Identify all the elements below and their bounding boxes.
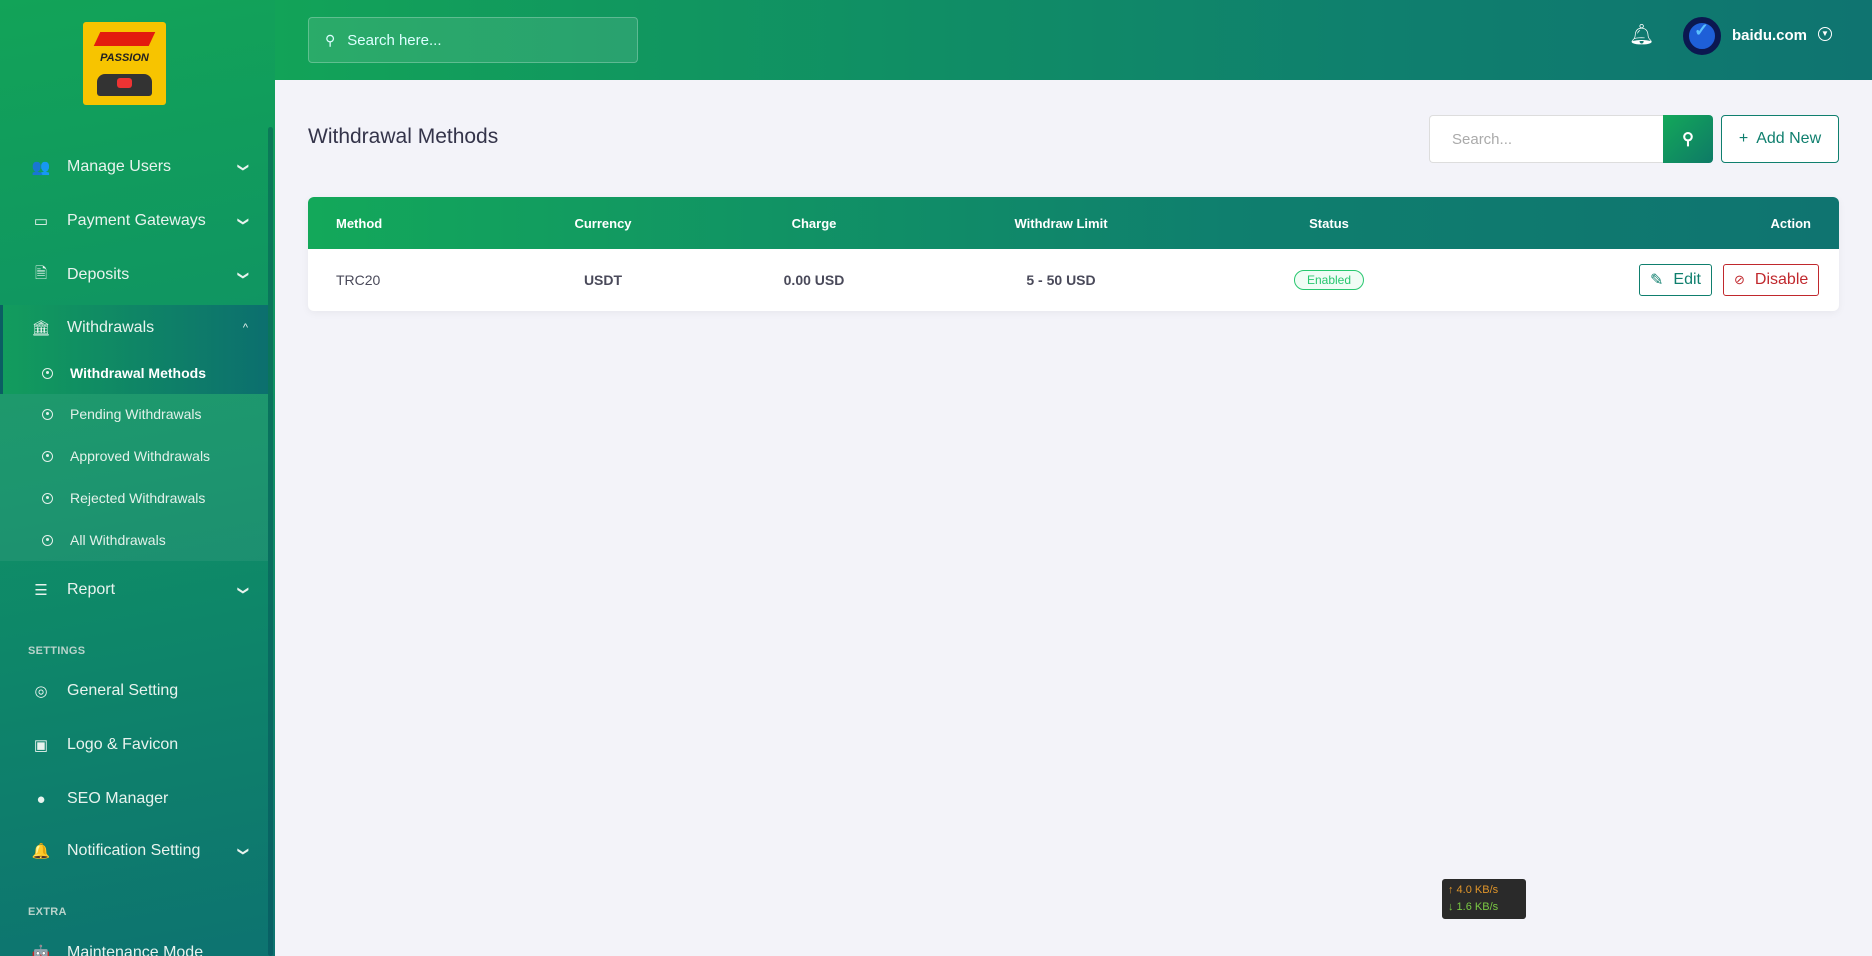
robot-icon: 🤖 [31,945,51,956]
sidebar-subitem-pending-withdrawals[interactable]: Pending Withdrawals [0,394,268,434]
disable-button[interactable]: ⊘ Disable [1723,264,1820,296]
chevron-down-icon: ❯ [236,585,249,595]
circle-dot-icon [42,450,53,462]
search-icon: ⚲ [325,31,336,48]
section-label-extra: EXTRA [28,906,67,918]
search-button[interactable]: ⚲ [1663,115,1713,163]
sidebar-item-deposits[interactable]: 🗎 Deposits ❯ [0,250,268,300]
notification-bell-icon[interactable]: 🔔︎ [1629,22,1654,47]
chevron-down-icon: ❯ [236,270,249,280]
page-title: Withdrawal Methods [308,125,499,148]
bank-icon: 🏛 [31,320,51,337]
upload-speed: ↑ 4.0 KB/s [1448,884,1499,896]
sidebar-subitem-withdrawal-methods[interactable]: Withdrawal Methods [0,353,268,393]
add-new-button[interactable]: + Add New [1721,115,1839,163]
edit-button[interactable]: ✎ Edit [1639,264,1712,296]
sidebar-scrollbar[interactable] [268,127,273,956]
chevron-down-icon: ❯ [236,216,249,226]
globe-icon: ● [36,790,46,808]
sidebar-item-logo-favicon[interactable]: ▣ Logo & Favicon [0,720,268,770]
credit-card-icon: ▭ [33,213,49,230]
table-row: TRC20 USDT 0.00 USD 5 - 50 USD Enabled ✎… [308,249,1839,311]
sidebar: PASSION 👥 Manage Users ❯ ▭ Payment Gateways… [0,0,275,956]
list-icon: ☰ [34,582,48,599]
column-header-status: Status [1309,215,1349,231]
sidebar-item-notification-setting[interactable]: 🔔 Notification Setting ❯ [0,826,268,876]
sidebar-item-withdrawals[interactable]: 🏛 Withdrawals ^ [0,303,268,353]
search-icon: ⚲ [1682,131,1694,148]
eye-slash-icon: ⊘ [1734,272,1745,287]
topbar: ⚲Search here... 🔔︎ baidu.com ▼ [275,0,1872,80]
withdrawal-methods-table: Method Currency Charge Withdraw Limit St… [308,197,1839,311]
column-header-action: Action [1770,215,1811,231]
chevron-up-icon: ^ [242,322,248,334]
search-input[interactable]: Search... [1429,115,1663,163]
sidebar-subitem-rejected-withdrawals[interactable]: Rejected Withdrawals [0,478,268,518]
sidebar-subitem-all-withdrawals[interactable]: All Withdrawals [0,520,268,560]
cell-withdraw-limit: 5 - 50 USD [1026,272,1096,288]
column-header-withdraw-limit: Withdraw Limit [1014,215,1108,231]
sidebar-item-manage-users[interactable]: 👥 Manage Users ❯ [0,142,268,192]
download-speed: ↓ 1.6 KB/s [1448,901,1499,913]
logo[interactable]: PASSION [83,22,166,105]
circle-dot-icon [42,534,53,546]
chevron-down-icon: ❯ [236,846,249,856]
sidebar-subitem-approved-withdrawals[interactable]: Approved Withdrawals [0,436,268,476]
table-header: Method Currency Charge Withdraw Limit St… [308,197,1839,249]
users-icon: 👥 [31,159,51,176]
plus-icon: + [1738,130,1749,147]
circle-dot-icon [42,367,53,379]
circle-dot-icon [42,408,53,420]
sidebar-item-payment-gateways[interactable]: ▭ Payment Gateways ❯ [0,196,268,246]
sidebar-item-report[interactable]: ☰ Report ❯ [0,565,268,615]
lifebuoy-icon: ◎ [34,683,48,700]
avatar[interactable] [1683,17,1721,55]
pencil-icon: ✎ [1650,272,1664,289]
sidebar-item-maintenance-mode[interactable]: 🤖 Maintenance Mode [0,928,268,956]
invoice-icon: 🗎 [34,264,48,282]
column-header-currency: Currency [574,215,632,231]
sidebar-item-seo-manager[interactable]: ● SEO Manager [0,774,268,824]
cell-currency: USDT [583,272,623,288]
section-label-settings: SETTINGS [28,645,86,657]
cell-charge: 0.00 USD [783,272,845,288]
chevron-down-icon[interactable]: ▼ [1818,27,1832,41]
sidebar-item-general-setting[interactable]: ◎ General Setting [0,666,268,716]
username[interactable]: baidu.com [1732,27,1807,44]
network-speed-widget: ↑ 4.0 KB/s ↓ 1.6 KB/s [1442,879,1526,919]
column-header-charge: Charge [791,215,837,231]
images-icon: ▣ [33,737,49,754]
chevron-down-icon: ❯ [236,162,249,172]
column-header-method: Method [336,215,383,231]
bell-icon: 🔔 [31,843,51,860]
circle-dot-icon [42,492,53,504]
global-search-input[interactable]: ⚲ Search here... [308,17,638,63]
cell-method: TRC20 [336,272,381,288]
status-badge: Enabled [1293,270,1365,290]
